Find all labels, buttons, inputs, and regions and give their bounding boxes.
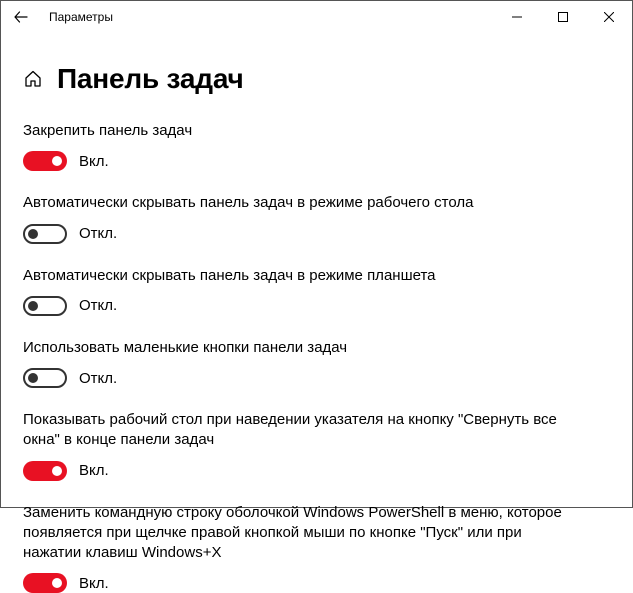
window-controls [494,1,632,33]
toggle-state-label: Откл. [79,370,117,387]
setting-label: Показывать рабочий стол при наведении ук… [23,410,583,451]
toggle-knob [28,301,38,311]
toggle-state-label: Откл. [79,225,117,242]
setting-label: Закрепить панель задач [23,121,583,141]
settings-list: Закрепить панель задач Вкл. Автоматически … [23,121,610,593]
page-title: Панель задач [57,63,244,95]
setting-label: Использовать маленькие кнопки панели зад… [23,338,583,358]
toggle-state-label: Вкл. [79,462,109,479]
home-icon[interactable] [23,69,43,89]
page-header: Панель задач [23,63,610,95]
titlebar: Параметры [1,1,632,33]
setting-item: Закрепить панель задач Вкл. [23,121,610,171]
toggle-row: Вкл. [23,573,610,593]
toggle-row: Вкл. [23,461,610,481]
toggle-state-label: Вкл. [79,153,109,170]
toggle-state-label: Вкл. [79,575,109,592]
toggle-switch[interactable] [23,368,67,388]
toggle-knob [52,466,62,476]
minimize-button[interactable] [494,1,540,33]
setting-item: Заменить командную строку оболочкой Wind… [23,503,610,593]
setting-item: Автоматически скрывать панель задач в ре… [23,266,610,316]
toggle-state-label: Откл. [79,297,117,314]
toggle-knob [28,373,38,383]
toggle-switch[interactable] [23,151,67,171]
back-button[interactable] [9,5,33,29]
titlebar-left: Параметры [9,5,113,29]
setting-label: Заменить командную строку оболочкой Wind… [23,503,583,564]
toggle-switch[interactable] [23,224,67,244]
setting-item: Показывать рабочий стол при наведении ук… [23,410,610,481]
toggle-row: Откл. [23,224,610,244]
setting-item: Использовать маленькие кнопки панели зад… [23,338,610,388]
close-button[interactable] [586,1,632,33]
toggle-knob [52,578,62,588]
toggle-row: Откл. [23,368,610,388]
toggle-switch[interactable] [23,461,67,481]
content: Панель задач Закрепить панель задач Вкл. А… [1,33,632,593]
maximize-button[interactable] [540,1,586,33]
toggle-knob [28,229,38,239]
toggle-switch[interactable] [23,573,67,593]
toggle-knob [52,156,62,166]
setting-item: Автоматически скрывать панель задач в ре… [23,193,610,243]
toggle-row: Вкл. [23,151,610,171]
toggle-switch[interactable] [23,296,67,316]
setting-label: Автоматически скрывать панель задач в ре… [23,193,583,213]
toggle-row: Откл. [23,296,610,316]
window-title: Параметры [49,10,113,24]
setting-label: Автоматически скрывать панель задач в ре… [23,266,583,286]
